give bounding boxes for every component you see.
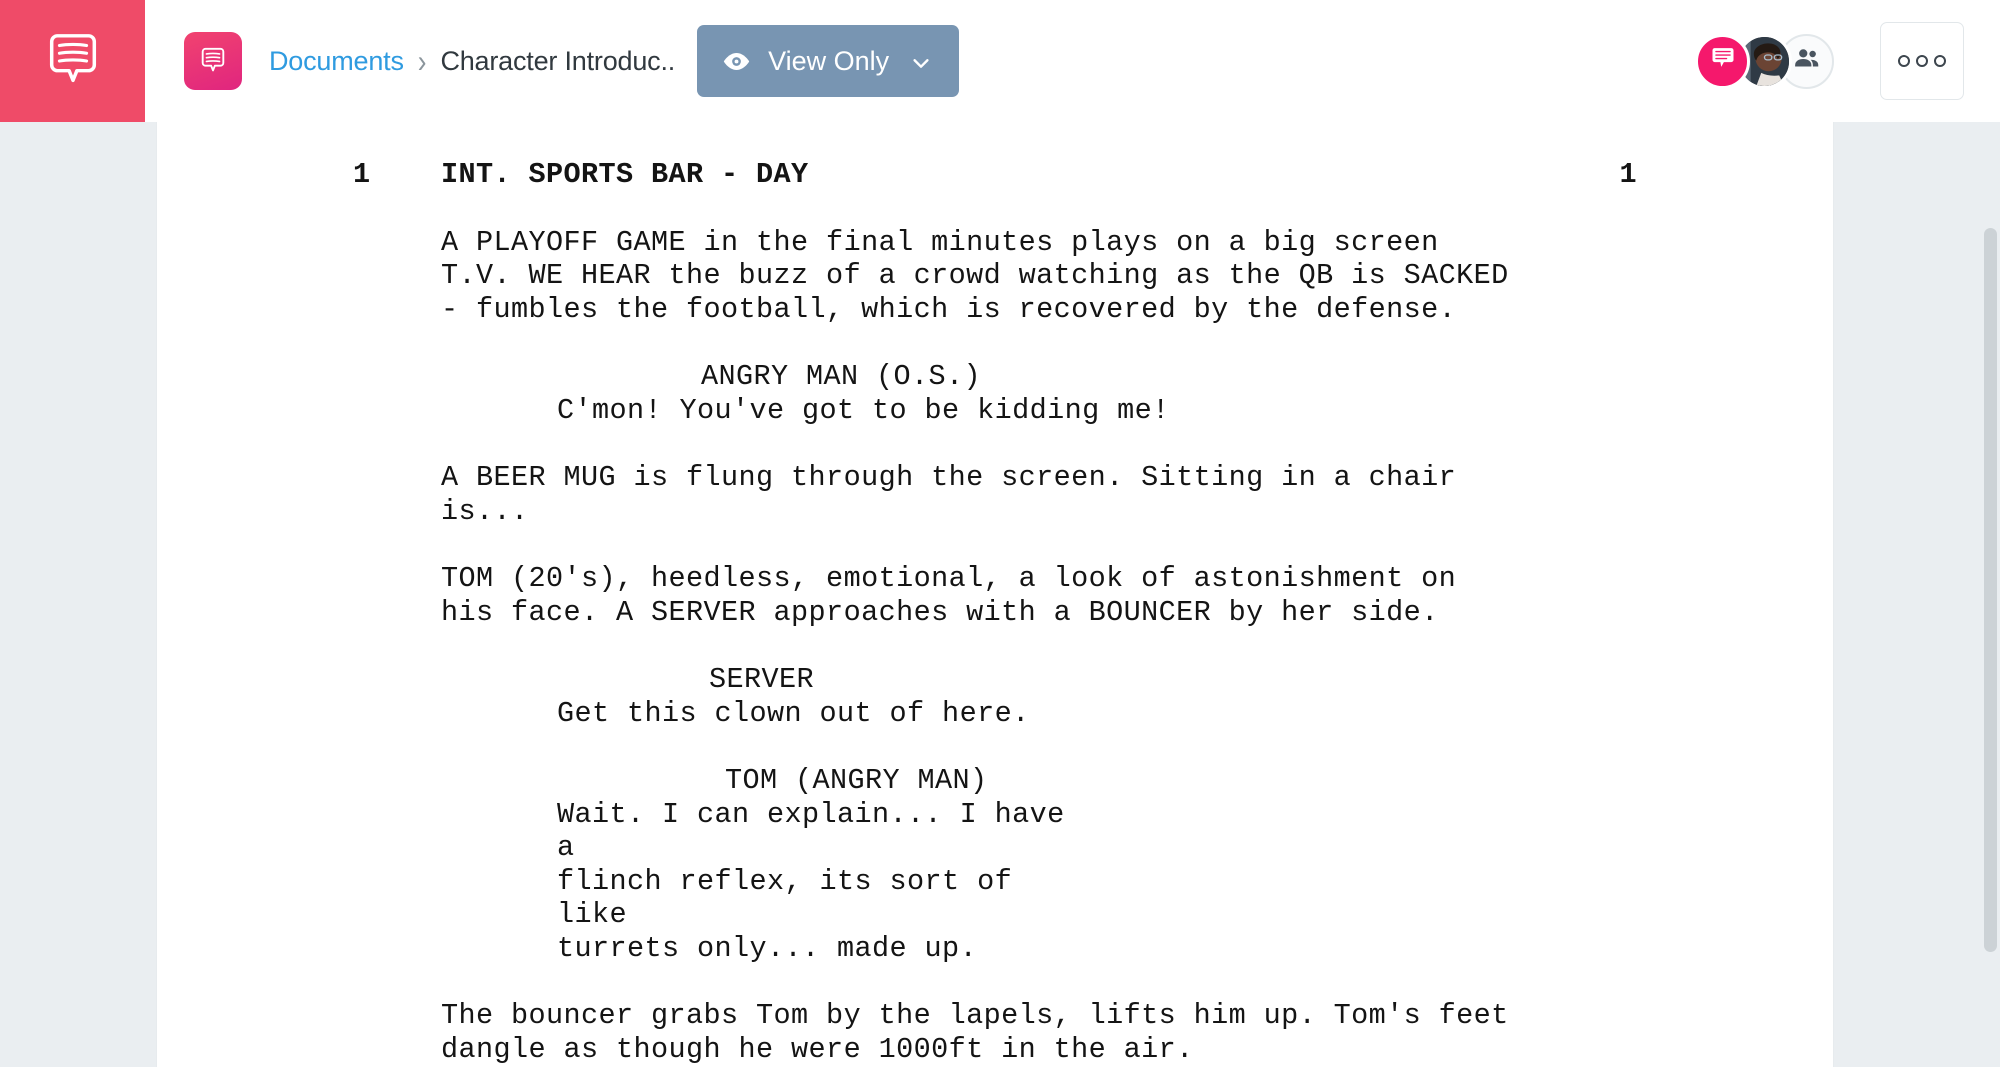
scene-heading[interactable]: INT. SPORTS BAR - DAY [441, 158, 1577, 192]
three-dots-icon [1898, 55, 1910, 67]
dialogue-block: ANGRY MAN (O.S.) C'mon! You've got to be… [157, 360, 1833, 427]
character-cue[interactable]: TOM (ANGRY MAN) [157, 764, 1833, 798]
eye-icon [722, 47, 751, 76]
left-rail [0, 122, 157, 1067]
action-paragraph[interactable]: TOM (20's), heedless, emotional, a look … [157, 562, 1833, 629]
screenplay-content: 1 INT. SPORTS BAR - DAY 1 A PLAYOFF GAME… [157, 122, 1833, 1066]
document-scroll-area[interactable]: 1 INT. SPORTS BAR - DAY 1 A PLAYOFF GAME… [157, 122, 2000, 1067]
character-cue[interactable]: SERVER [157, 663, 1833, 697]
action-paragraph[interactable]: A BEER MUG is flung through the screen. … [157, 461, 1833, 528]
app-header: Documents › Character Introduc.. View On… [0, 0, 2000, 122]
breadcrumb-documents-link[interactable]: Documents [269, 46, 404, 77]
scene-number-right: 1 [1619, 158, 1637, 191]
header-content: Documents › Character Introduc.. View On… [145, 0, 2000, 122]
document-bubble-icon [198, 46, 228, 76]
scene-number-left: 1 [353, 158, 371, 191]
chat-bubble-icon [1709, 45, 1737, 78]
dialogue-block: TOM (ANGRY MAN) Wait. I can explain... I… [157, 764, 1833, 965]
people-icon [1792, 44, 1822, 79]
avatar-stack [1695, 33, 1834, 89]
dialogue-text[interactable]: Wait. I can explain... I have a flinch r… [157, 798, 1833, 966]
document-badge-button[interactable] [184, 32, 242, 90]
dialogue-text[interactable]: Get this clown out of here. [157, 697, 1833, 731]
vertical-scrollbar[interactable] [1978, 122, 2000, 1067]
dialogue-block: SERVER Get this clown out of here. [157, 663, 1833, 730]
script-bubble-logo-icon [42, 30, 104, 92]
action-paragraph[interactable]: The bouncer grabs Tom by the lapels, lif… [157, 999, 1833, 1066]
more-options-button[interactable] [1880, 22, 1964, 100]
three-dots-icon [1934, 55, 1946, 67]
script-page: 1 INT. SPORTS BAR - DAY 1 A PLAYOFF GAME… [157, 122, 1833, 1067]
breadcrumb-separator-icon: › [417, 41, 427, 80]
scene-heading-row: 1 INT. SPORTS BAR - DAY 1 [157, 158, 1833, 192]
comments-avatar-button[interactable] [1695, 33, 1750, 89]
scrollbar-thumb[interactable] [1984, 228, 1997, 952]
app-root: Documents › Character Introduc.. View On… [0, 0, 2000, 1067]
dialogue-text[interactable]: C'mon! You've got to be kidding me! [157, 394, 1833, 428]
header-right-controls [1695, 0, 1964, 122]
three-dots-icon [1916, 55, 1928, 67]
breadcrumb: Documents › Character Introduc.. [269, 42, 675, 80]
action-paragraph[interactable]: A PLAYOFF GAME in the final minutes play… [157, 226, 1833, 327]
view-only-label: View Only [768, 45, 890, 76]
chevron-down-icon [910, 50, 932, 72]
view-only-dropdown-button[interactable]: View Only [697, 25, 960, 97]
character-cue[interactable]: ANGRY MAN (O.S.) [157, 360, 1833, 394]
app-logo[interactable] [0, 0, 145, 122]
breadcrumb-current-document[interactable]: Character Introduc.. [440, 46, 675, 77]
